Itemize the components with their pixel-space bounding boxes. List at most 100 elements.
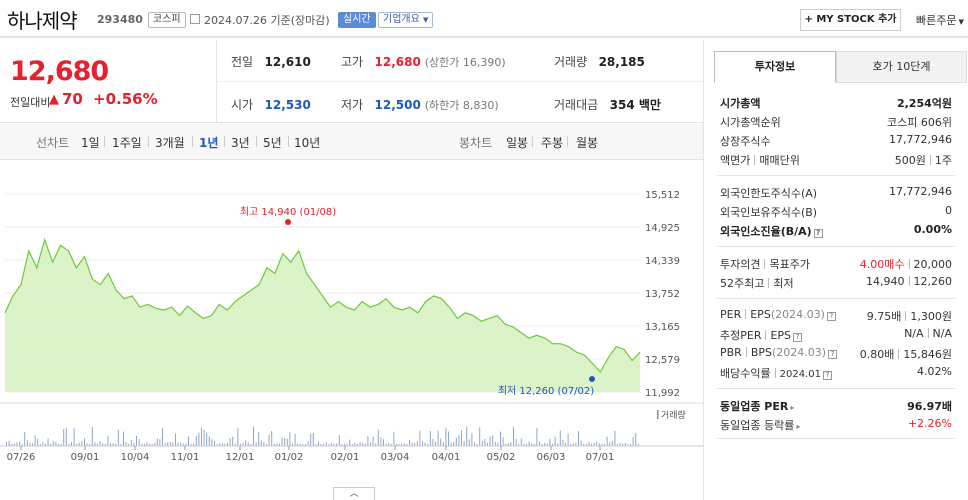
stock-name: 하나제약 [7, 9, 78, 33]
tab-period-10y[interactable]: 10년 [294, 134, 320, 151]
low-price: 저가 12,500 (하한가 8,830) [341, 98, 499, 112]
stock-code: 293480 [97, 13, 143, 26]
y-tick-label: 14,925 [645, 223, 680, 234]
volume-bar [359, 442, 361, 446]
volume-bar [515, 438, 517, 446]
tab-period-3y[interactable]: 3년 [231, 134, 250, 151]
x-tick-label: 01/02 [275, 452, 304, 463]
volume-bar [159, 439, 161, 446]
collapse-chart-button[interactable]: ︿ [333, 487, 375, 500]
investment-info-panel: 투자정보 호가 10단계 시가총액 2,254억원 시가총액순위 코스피 606위 … [703, 40, 968, 500]
add-mystock-button[interactable]: + MY STOCK 추가 [800, 9, 901, 31]
volume-bar [448, 431, 449, 446]
volume-bar [177, 442, 179, 446]
change-value: 70 [62, 90, 83, 108]
tab-candle-weekly[interactable]: 주봉 [541, 134, 563, 151]
volume-bar [281, 437, 283, 446]
volume-bar [463, 441, 465, 446]
volume-bar [578, 431, 579, 446]
volume-bar [260, 440, 262, 446]
stock-header: 하나제약 293480 코스피 2024.07.26 기준(장마감) 실시간 기… [0, 0, 968, 38]
volume-bar [466, 426, 468, 446]
volume-bar [188, 436, 189, 446]
volume-bar [42, 441, 44, 446]
tab-period-5y[interactable]: 5년 [263, 134, 282, 151]
volume-bar [307, 441, 309, 446]
volume-bar [380, 437, 382, 446]
volume-bar [510, 442, 512, 446]
price-chart-svg[interactable]: 15,512 14,925 14,339 13,752 13,165 12,579 11,9… [0, 160, 703, 500]
volume-bar [494, 441, 496, 446]
volume-bar [47, 438, 49, 446]
volume-bar [237, 428, 239, 446]
volume-bar [440, 438, 442, 446]
help-icon[interactable]: ? [793, 333, 803, 342]
volume-bar [19, 441, 20, 446]
trading-amount: 거래대금 354 백만 [554, 98, 661, 112]
quote-date: 2024.07.26 기준(장마감) [204, 14, 330, 27]
volume-bar [201, 427, 202, 446]
help-icon[interactable]: ? [826, 312, 836, 321]
volume-bar [588, 441, 590, 446]
realtime-button[interactable]: 실시간 [338, 12, 376, 28]
volume-bar [549, 438, 551, 446]
volume-bar [162, 428, 163, 446]
tab-investment-info[interactable]: 투자정보 [714, 51, 836, 83]
prev-close: 전일 12,610 [231, 55, 311, 69]
volume-bar [471, 433, 473, 446]
volume-bar [107, 435, 109, 446]
tab-orderbook[interactable]: 호가 10단계 [836, 51, 967, 83]
divider [192, 136, 193, 147]
volume-bar [232, 436, 234, 446]
volume-bar [437, 430, 439, 446]
y-tick-label: 15,512 [645, 190, 680, 201]
volume-bar [484, 439, 486, 446]
volume-bar [416, 441, 418, 446]
price-chart[interactable]: 15,512 14,925 14,339 13,752 13,165 12,579 11,9… [0, 160, 703, 500]
est-per-eps-row: 추정PER EPS? N/A N/A [720, 327, 952, 342]
help-icon[interactable]: ? [822, 371, 832, 380]
tab-period-1d[interactable]: 1일 [81, 134, 100, 151]
help-icon[interactable]: ? [828, 350, 838, 359]
low-annotation: 최저 12,260 (07/02) [498, 385, 594, 397]
volume-bar [461, 430, 462, 446]
volume-bar [195, 435, 197, 446]
sector-per-row: 동일업종 PER ▸ 96.97배 [720, 400, 952, 413]
volume-bar [175, 433, 176, 446]
volume-bar [611, 441, 613, 446]
volume-bar [37, 438, 39, 446]
volume-bar [318, 441, 319, 446]
tab-period-1y[interactable]: 1년 [199, 134, 218, 151]
y-tick-label: 13,752 [645, 289, 680, 300]
volume-bar [500, 431, 501, 446]
help-icon[interactable]: ? [813, 229, 823, 238]
volume-bar [229, 438, 231, 446]
volume-bar [445, 427, 447, 446]
volume: 거래량 28,185 [554, 55, 645, 69]
volume-bar [208, 436, 210, 446]
volume-bar [63, 429, 65, 446]
chevron-right-icon[interactable]: ▸ [796, 422, 800, 431]
volume-label: 거래량 [661, 409, 686, 421]
chevron-right-icon[interactable]: ▸ [790, 403, 794, 412]
quick-order-button[interactable]: 빠른주문 ▼ [916, 12, 964, 28]
tab-candle-monthly[interactable]: 월봉 [576, 134, 598, 151]
volume-bar [268, 435, 270, 446]
divider [224, 136, 225, 147]
x-tick-label: 10/04 [121, 452, 150, 463]
volume-bar [325, 441, 327, 446]
volume-bar [453, 441, 455, 446]
opinion-target-row: 투자의견 목표주가 4.00매수 20,000 [720, 258, 952, 271]
company-overview-button[interactable]: 기업개요 ▼ [378, 12, 434, 28]
volume-bar [55, 441, 57, 446]
volume-bar [130, 440, 132, 446]
par-unit-row: 액면가 매매단위 500원 1주 [720, 154, 952, 167]
tab-period-1w[interactable]: 1주일 [112, 134, 142, 151]
tab-period-3m[interactable]: 3개월 [155, 134, 185, 151]
tab-candle-daily[interactable]: 일봉 [506, 134, 528, 151]
listed-shares-row: 상장주식수 17,772,946 [720, 133, 952, 148]
volume-bar [180, 442, 182, 446]
high-price: 고가 12,680 (상한가 16,390) [341, 55, 506, 69]
volume-bar [52, 440, 54, 446]
volume-bar [214, 440, 215, 446]
